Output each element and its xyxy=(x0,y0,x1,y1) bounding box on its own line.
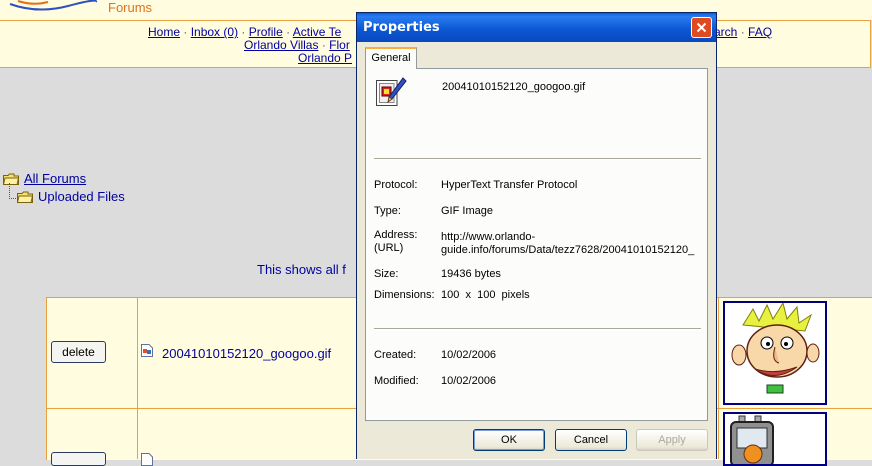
folder-open-icon xyxy=(17,191,33,203)
nav-line-1: Home · Inbox (0) · Profile · Active Te xyxy=(148,25,341,39)
image-file-icon xyxy=(141,453,153,466)
protocol-label: Protocol: xyxy=(374,179,418,191)
separator-line xyxy=(374,328,701,330)
tree-all-forums-label[interactable]: All Forums xyxy=(24,171,86,186)
dimensions-value: 100 x 100 pixels xyxy=(441,289,530,301)
nav-line-2: Orlando Villas · Flor xyxy=(244,38,350,52)
modified-label: Modified: xyxy=(374,375,419,387)
nav-florida-link[interactable]: Flor xyxy=(329,38,350,52)
nav-orlando-link[interactable]: Orlando P xyxy=(298,51,352,65)
cancel-button[interactable]: Cancel xyxy=(555,429,627,451)
nav-faq-link[interactable]: FAQ xyxy=(748,25,772,39)
info-text: This shows all f xyxy=(257,262,346,277)
created-label: Created: xyxy=(374,349,417,361)
nav-home-link[interactable]: Home xyxy=(148,25,180,39)
dialog-title: Properties xyxy=(363,20,440,35)
modified-value: 10/02/2006 xyxy=(441,375,497,387)
nav-profile-link[interactable]: Profile xyxy=(249,25,283,39)
nav-inbox-link[interactable]: Inbox (0) xyxy=(191,25,238,39)
created-value: 10/02/2006 xyxy=(441,349,497,361)
tab-general[interactable]: General xyxy=(365,47,417,69)
thumbnail-googoo-image[interactable] xyxy=(723,301,827,405)
separator-line xyxy=(374,158,701,160)
size-value: 19436 bytes xyxy=(441,268,501,280)
type-label: Type: xyxy=(374,205,401,217)
address-url-label: (URL) xyxy=(374,242,404,254)
delete-button[interactable] xyxy=(51,452,106,466)
nav-search-link[interactable]: arch xyxy=(714,25,737,39)
apply-button[interactable]: Apply xyxy=(636,429,708,451)
properties-dialog: Properties General 20041010152120_googoo… xyxy=(356,12,717,459)
logo-swoosh-icon xyxy=(9,0,98,11)
nav-separator: · xyxy=(286,25,293,39)
table-col-divider xyxy=(718,297,719,459)
close-button[interactable] xyxy=(691,17,712,38)
dimensions-label: Dimensions: xyxy=(374,289,435,301)
nav-line-1-right: arch · FAQ xyxy=(714,25,772,39)
tree-item-uploaded-files[interactable]: Uploaded Files xyxy=(17,188,125,206)
nav-line-3: Orlando P xyxy=(298,51,352,65)
thumbnail-image[interactable] xyxy=(723,412,827,466)
nav-separator: · xyxy=(740,25,749,39)
address-value-line-1[interactable]: http://www.orlando- xyxy=(441,231,535,243)
delete-button[interactable]: delete xyxy=(51,341,106,363)
type-value: GIF Image xyxy=(441,205,493,217)
address-value-line-2[interactable]: guide.info/forums/Data/tezz7628/20041010… xyxy=(441,244,694,256)
nav-separator: · xyxy=(241,25,249,39)
nav-separator: · xyxy=(183,25,191,39)
nav-orlando-villas-link[interactable]: Orlando Villas xyxy=(244,38,318,52)
gif-file-icon xyxy=(376,77,407,106)
protocol-value: HyperText Transfer Protocol xyxy=(441,179,578,191)
file-name: 20041010152120_googoo.gif xyxy=(442,81,586,93)
nav-active-topics-link[interactable]: Active Te xyxy=(293,25,341,39)
table-col-divider xyxy=(137,297,138,459)
file-name-link[interactable]: 20041010152120_googoo.gif xyxy=(162,346,331,361)
size-label: Size: xyxy=(374,268,399,280)
dialog-titlebar[interactable]: Properties xyxy=(357,13,716,42)
tree-uploaded-files-label: Uploaded Files xyxy=(38,189,125,204)
ok-button[interactable]: OK xyxy=(473,429,545,451)
image-file-icon xyxy=(141,344,153,357)
close-icon xyxy=(696,22,707,33)
address-label: Address: xyxy=(374,229,418,241)
forums-title: Forums xyxy=(108,0,153,15)
